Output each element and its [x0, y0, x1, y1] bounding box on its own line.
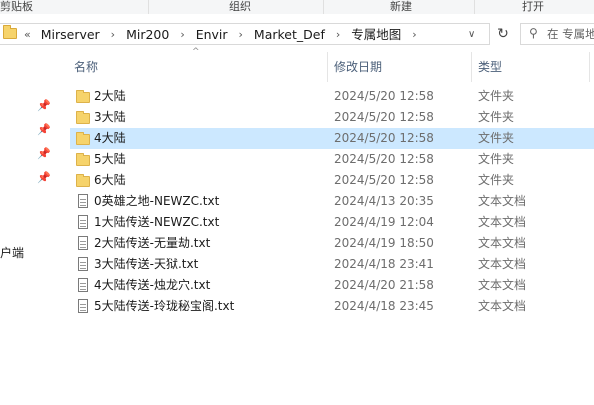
refresh-icon[interactable]: ↻	[492, 23, 514, 45]
file-name: 5大陆	[94, 152, 126, 166]
file-date: 2024/5/20 12:58	[334, 89, 434, 103]
pin-icon[interactable]: 📌	[37, 172, 51, 184]
column-header-date[interactable]: 修改日期	[334, 56, 382, 78]
file-date: 2024/4/13 20:35	[334, 194, 434, 208]
file-row-selected[interactable]: 4大陆 2024/5/20 12:58 文件夹	[70, 128, 594, 149]
file-date: 2024/4/19 12:04	[334, 215, 434, 229]
text-file-icon	[78, 257, 88, 271]
column-divider[interactable]	[327, 52, 328, 82]
pin-icon[interactable]: 📌	[37, 124, 51, 136]
column-divider[interactable]	[471, 52, 472, 82]
chevron-right-icon[interactable]: ›	[180, 26, 184, 44]
folder-icon	[3, 25, 17, 39]
file-type: 文本文档	[478, 236, 527, 250]
chevron-right-icon[interactable]: ›	[111, 26, 115, 44]
file-name: 4大陆	[94, 131, 126, 145]
file-type: 文本文档	[478, 257, 527, 271]
file-row[interactable]: 0英雄之地-NEWZC.txt 2024/4/13 20:35 文本文档	[70, 191, 594, 212]
breadcrumb-item-current[interactable]: 专属地图	[351, 26, 401, 44]
file-date: 2024/4/18 23:45	[334, 299, 434, 313]
file-name: 2大陆传送-无量劫.txt	[94, 236, 211, 250]
file-name: 0英雄之地-NEWZC.txt	[94, 194, 220, 208]
breadcrumb-item-mir200[interactable]: Mir200	[126, 26, 169, 44]
file-date: 2024/5/20 12:58	[334, 173, 434, 187]
breadcrumb-item-envir[interactable]: Envir	[196, 26, 228, 44]
breadcrumb: « Mirserver › Mir200 › Envir › Market_De…	[24, 26, 424, 44]
text-file-icon	[78, 215, 88, 229]
file-date: 2024/4/19 18:50	[334, 236, 434, 250]
folder-icon	[76, 174, 90, 187]
file-row[interactable]: 4大陆传送-烛龙穴.txt 2024/4/20 21:58 文本文档	[70, 275, 594, 296]
file-row[interactable]: 2大陆 2024/5/20 12:58 文件夹	[70, 86, 594, 107]
file-name: 2大陆	[94, 89, 126, 103]
file-type: 文本文档	[478, 299, 527, 313]
file-row[interactable]: 5大陆 2024/5/20 12:58 文件夹	[70, 149, 594, 170]
file-row[interactable]: 6大陆 2024/5/20 12:58 文件夹	[70, 170, 594, 191]
text-file-icon	[78, 299, 88, 313]
search-box[interactable]: ⚲	[520, 23, 594, 45]
file-row[interactable]: 3大陆 2024/5/20 12:58 文件夹	[70, 107, 594, 128]
navigation-pane: 📌 📌 📌 📌 客户端	[0, 52, 62, 405]
file-type: 文件夹	[478, 89, 515, 103]
file-name: 1大陆传送-NEWZC.txt	[94, 215, 220, 229]
file-type: 文本文档	[478, 215, 527, 229]
folder-icon	[76, 111, 90, 124]
ribbon-group-labels: 剪贴板 组织 新建 打开	[0, 0, 594, 15]
file-name: 4大陆传送-烛龙穴.txt	[94, 278, 211, 292]
breadcrumb-item-mirserver[interactable]: Mirserver	[41, 26, 100, 44]
ribbon-separator	[474, 0, 475, 14]
ribbon-group-organize: 组织	[229, 0, 251, 13]
chevron-right-icon[interactable]: ›	[412, 26, 416, 44]
file-date: 2024/4/20 21:58	[334, 278, 434, 292]
pin-icon[interactable]: 📌	[37, 100, 51, 112]
file-date: 2024/4/18 23:41	[334, 257, 434, 271]
address-history-dropdown-icon[interactable]: ∨	[468, 26, 475, 44]
folder-icon	[76, 90, 90, 103]
file-type: 文本文档	[478, 278, 527, 292]
file-row[interactable]: 5大陆传送-玲珑秘宝阁.txt 2024/4/18 23:45 文本文档	[70, 296, 594, 317]
file-date: 2024/5/20 12:58	[334, 152, 434, 166]
text-file-icon	[78, 278, 88, 292]
text-file-icon	[78, 194, 88, 208]
file-type: 文件夹	[478, 152, 515, 166]
file-row[interactable]: 2大陆传送-无量劫.txt 2024/4/19 18:50 文本文档	[70, 233, 594, 254]
breadcrumb-item-market-def[interactable]: Market_Def	[254, 26, 325, 44]
search-input[interactable]	[547, 26, 594, 42]
file-name: 5大陆传送-玲珑秘宝阁.txt	[94, 299, 235, 313]
file-row[interactable]: 1大陆传送-NEWZC.txt 2024/4/19 12:04 文本文档	[70, 212, 594, 233]
text-file-icon	[78, 236, 88, 250]
chevron-right-icon[interactable]: ›	[239, 26, 243, 44]
file-date: 2024/5/20 12:58	[334, 131, 434, 145]
file-type: 文件夹	[478, 110, 515, 124]
sort-ascending-icon: ^	[192, 47, 200, 57]
file-row[interactable]: 3大陆传送-天狱.txt 2024/4/18 23:41 文本文档	[70, 254, 594, 275]
pin-icon[interactable]: 📌	[37, 148, 51, 160]
ribbon-group-open: 打开	[522, 0, 544, 13]
column-header-name[interactable]: 名称	[74, 56, 98, 78]
file-date: 2024/5/20 12:58	[334, 110, 434, 124]
folder-icon	[76, 153, 90, 166]
file-type: 文本文档	[478, 194, 527, 208]
breadcrumb-overflow-chevron[interactable]: «	[24, 26, 31, 44]
column-header-type[interactable]: 类型	[478, 56, 502, 78]
ribbon-separator	[323, 0, 324, 14]
file-name: 3大陆	[94, 110, 126, 124]
address-bar[interactable]: « Mirserver › Mir200 › Envir › Market_De…	[0, 23, 490, 45]
column-divider[interactable]	[589, 52, 590, 82]
file-type: 文件夹	[478, 173, 515, 187]
address-bar-row: « Mirserver › Mir200 › Envir › Market_De…	[0, 14, 594, 52]
chevron-right-icon[interactable]: ›	[336, 26, 340, 44]
nav-item-label[interactable]: 客户端	[0, 244, 24, 261]
search-icon: ⚲	[529, 26, 538, 40]
file-name: 3大陆传送-天狱.txt	[94, 257, 199, 271]
file-type: 文件夹	[478, 131, 515, 145]
file-name: 6大陆	[94, 173, 126, 187]
ribbon-separator	[148, 0, 149, 14]
ribbon-group-clipboard: 剪贴板	[0, 0, 33, 13]
folder-icon	[76, 132, 90, 145]
ribbon-group-new: 新建	[390, 0, 412, 13]
